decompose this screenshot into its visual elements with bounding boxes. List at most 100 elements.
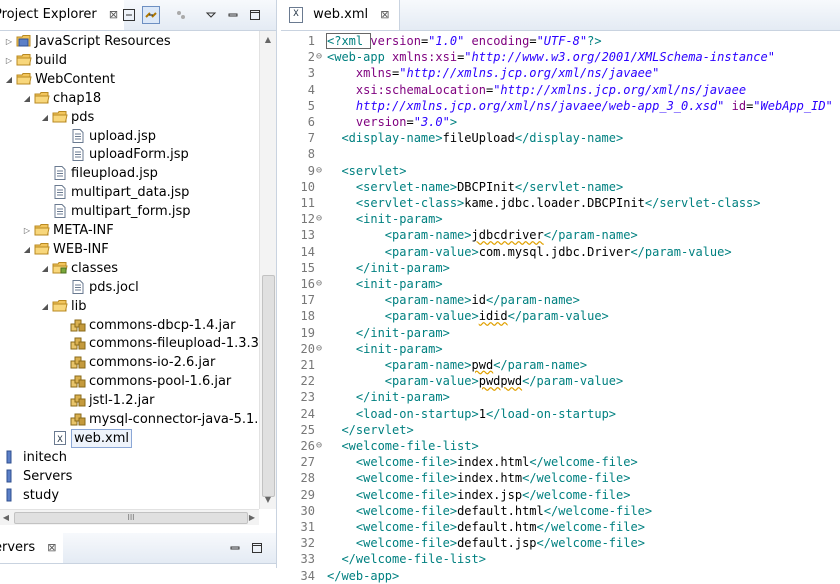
code-token: <param-name>: [384, 228, 472, 243]
fold-toggle-icon[interactable]: ⊖: [316, 341, 326, 357]
line-number: 16: [300, 277, 315, 291]
jar-icon: [70, 393, 86, 407]
expanded-arrow-icon[interactable]: ◢: [40, 108, 50, 127]
scroll-up-icon[interactable]: ▲: [260, 33, 276, 47]
xml-file-icon: X: [289, 6, 303, 23]
code-token: </welcome-file>: [522, 471, 631, 486]
code-token: </welcome-file>: [536, 520, 645, 534]
scroll-left-icon[interactable]: ◀: [0, 510, 12, 525]
line-number: 8: [307, 147, 315, 162]
minimize-icon[interactable]: [226, 539, 244, 557]
code-token: version: [370, 34, 421, 48]
jar-icon: [70, 336, 86, 350]
jar-icon: [70, 318, 86, 332]
close-icon[interactable]: ⊠: [109, 0, 118, 30]
code-token: "1.0": [428, 34, 465, 48]
code-text: xmlns="http://xmlns.jcp.org/xml/ns/javae…: [327, 65, 659, 81]
collapsed-arrow-icon[interactable]: ▷: [22, 221, 32, 240]
code-token: <servlet>: [341, 163, 407, 178]
code-token: <web-app: [327, 50, 393, 65]
maximize-icon[interactable]: [246, 6, 264, 24]
expanded-arrow-icon[interactable]: ◢: [4, 70, 14, 89]
scroll-down-icon[interactable]: ▼: [260, 493, 276, 507]
scrollbar-thumb-grip[interactable]: III: [14, 512, 248, 524]
code-token: </web-app>: [327, 568, 400, 583]
collapsed-arrow-icon[interactable]: ▷: [4, 32, 14, 51]
tree-item-label: commons-dbcp-1.4.jar: [89, 317, 236, 333]
line-number: 17: [300, 293, 315, 308]
minimize-icon[interactable]: [224, 6, 242, 24]
expanded-arrow-icon[interactable]: ◢: [22, 89, 32, 108]
tree-item-label: chap18: [53, 90, 102, 106]
project-explorer-tabbar: Project Explorer ⊠: [0, 0, 276, 31]
scrollbar-thumb[interactable]: [262, 275, 275, 497]
project-explorer-view: Project Explorer ⊠ ▷ JavaScript Resource…: [0, 0, 277, 568]
code-token: </param-value>: [522, 374, 624, 389]
line-number: 7: [307, 131, 315, 146]
code-text: <load-on-startup>1</load-on-startup>: [327, 406, 616, 422]
code-token: </init-param>: [355, 390, 450, 405]
file-icon: [52, 185, 68, 200]
fold-toggle-icon[interactable]: ⊖: [316, 438, 326, 454]
folder-icon: [34, 91, 50, 105]
code-token: xsi:schemaLocation: [355, 82, 486, 97]
expanded-arrow-icon[interactable]: ◢: [22, 240, 32, 259]
fold-toggle-icon[interactable]: ⊖: [316, 276, 326, 292]
code-token: pwdpwd: [478, 374, 523, 389]
fold-toggle-icon[interactable]: ⊖: [316, 163, 326, 179]
line-number: 31: [300, 520, 315, 534]
expanded-arrow-icon[interactable]: ◢: [40, 259, 50, 278]
tab-web-xml[interactable]: X web.xml ⊠: [281, 0, 401, 30]
jar-icon: [70, 412, 86, 426]
fold-toggle-icon[interactable]: ⊖: [316, 49, 326, 65]
project-explorer-tab-label: Project Explorer: [0, 7, 97, 22]
scroll-right-icon[interactable]: ▶: [246, 510, 258, 525]
servers-tab-label: ervers: [0, 540, 36, 555]
maximize-icon[interactable]: [248, 539, 266, 557]
close-icon[interactable]: ⊠: [47, 533, 56, 563]
code-token: kame.jdbc.loader.DBCPInit: [464, 196, 645, 210]
collapsed-arrow-icon[interactable]: ▷: [4, 51, 14, 70]
tree-vertical-scrollbar[interactable]: ▲ ▼: [259, 31, 276, 509]
fold-toggle-icon[interactable]: ⊖: [316, 211, 326, 227]
expanded-arrow-icon[interactable]: ◢: [40, 297, 50, 316]
code-token: <display-name>: [341, 131, 443, 146]
code-area[interactable]: 1 <?xml version="1.0" encoding="UTF-8"?> 2…: [281, 32, 840, 583]
code-token: default.html: [457, 503, 544, 518]
close-icon[interactable]: ⊠: [380, 0, 389, 30]
code-token: </param-value>: [630, 244, 732, 259]
collapse-all-icon[interactable]: [120, 6, 138, 24]
tab-servers[interactable]: ervers ⊠: [0, 533, 63, 563]
code-token: "http://www.w3.org/2001/XMLSchema-instan…: [464, 50, 775, 65]
code-token: <init-param>: [355, 341, 443, 356]
servers-toolbar: [226, 538, 266, 558]
project-icon: [4, 469, 20, 483]
tree-item-label: mysql-connector-java-5.1.45: [89, 412, 258, 427]
code-token: xmlns:xsi: [392, 50, 458, 65]
code-token: </welcome-file>: [536, 536, 645, 551]
code-token: <init-param>: [355, 212, 443, 227]
collapsed-arrow-icon[interactable]: ▷: [0, 467, 2, 486]
code-token: </display-name>: [514, 131, 624, 146]
code-text: <welcome-file>default.html</welcome-file…: [327, 503, 652, 519]
project-tree[interactable]: ▷ JavaScript Resources ▷ build ◢ WebContent ◢ c…: [0, 31, 258, 509]
tab-project-explorer[interactable]: Project Explorer ⊠: [0, 0, 125, 30]
link-with-editor-icon[interactable]: [142, 6, 160, 24]
source-folder-icon: [52, 261, 68, 275]
code-text: <?xml version="1.0" encoding="UTF-8"?>: [325, 33, 602, 49]
code-token: <welcome-file>: [355, 455, 458, 470]
code-text: <servlet-name>DBCPInit</servlet-name>: [327, 179, 623, 195]
filter-icon[interactable]: [172, 6, 190, 24]
tree-horizontal-scrollbar[interactable]: ◀ III ▶: [0, 509, 259, 525]
line-number: 23: [300, 390, 315, 405]
view-menu-icon[interactable]: [202, 6, 220, 24]
code-token: encoding: [471, 34, 530, 48]
file-icon: [70, 279, 86, 294]
